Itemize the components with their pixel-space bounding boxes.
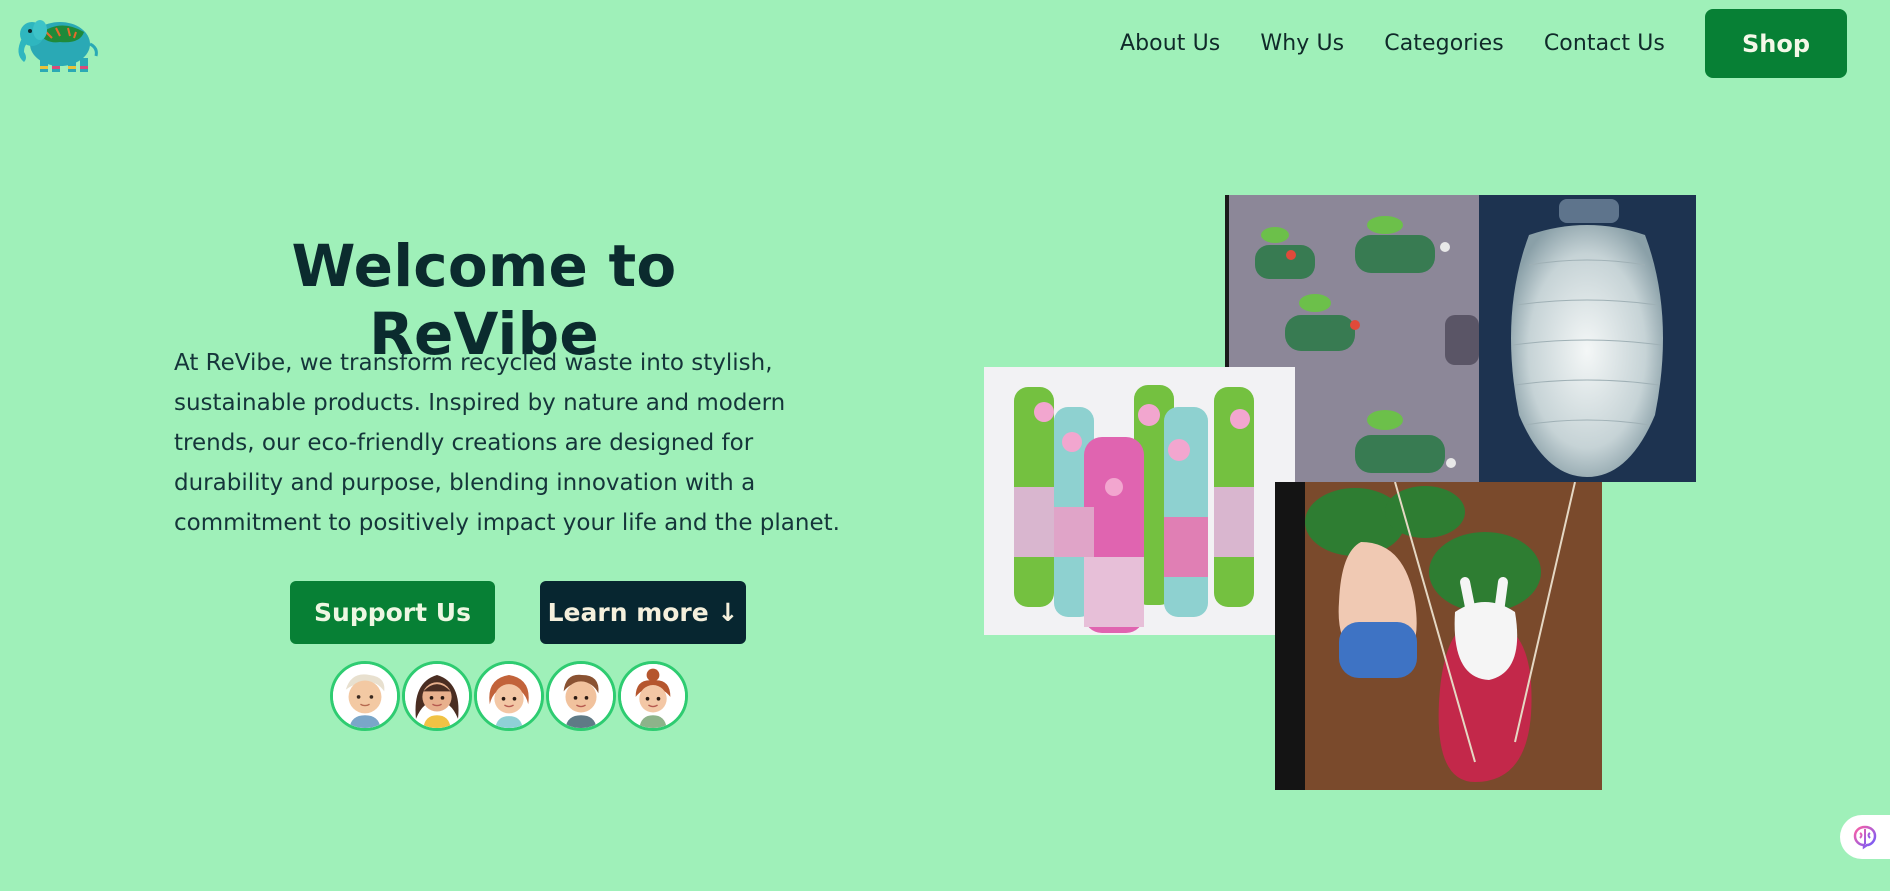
- hero-description: At ReVibe, we transform recycled waste i…: [174, 350, 840, 536]
- kid-avatar-3: [474, 661, 544, 731]
- support-us-button[interactable]: Support Us: [290, 581, 495, 644]
- learn-more-button[interactable]: Learn more ↓: [540, 581, 746, 644]
- brain-icon: [1853, 825, 1877, 850]
- kid-avatar-1: [330, 661, 400, 731]
- assistant-widget-button[interactable]: [1840, 815, 1890, 859]
- kid-avatar-5: [618, 661, 688, 731]
- nav-about-us[interactable]: About Us: [1120, 31, 1220, 56]
- shop-button[interactable]: Shop: [1705, 9, 1847, 78]
- spoon-lamp-image: [1479, 195, 1696, 482]
- hanging-animal-planters-image: [1275, 482, 1602, 790]
- kid-avatar-4: [546, 661, 616, 731]
- supporter-avatars: [330, 661, 688, 731]
- nav-categories[interactable]: Categories: [1384, 31, 1504, 56]
- nav-contact-us[interactable]: Contact Us: [1544, 31, 1665, 56]
- decorated-bottles-image: [984, 367, 1295, 635]
- main-nav: About Us Why Us Categories Contact Us Sh…: [1120, 9, 1847, 78]
- kid-avatar-2: [402, 661, 472, 731]
- elephant-logo-icon[interactable]: [10, 14, 102, 76]
- nav-why-us[interactable]: Why Us: [1260, 31, 1344, 56]
